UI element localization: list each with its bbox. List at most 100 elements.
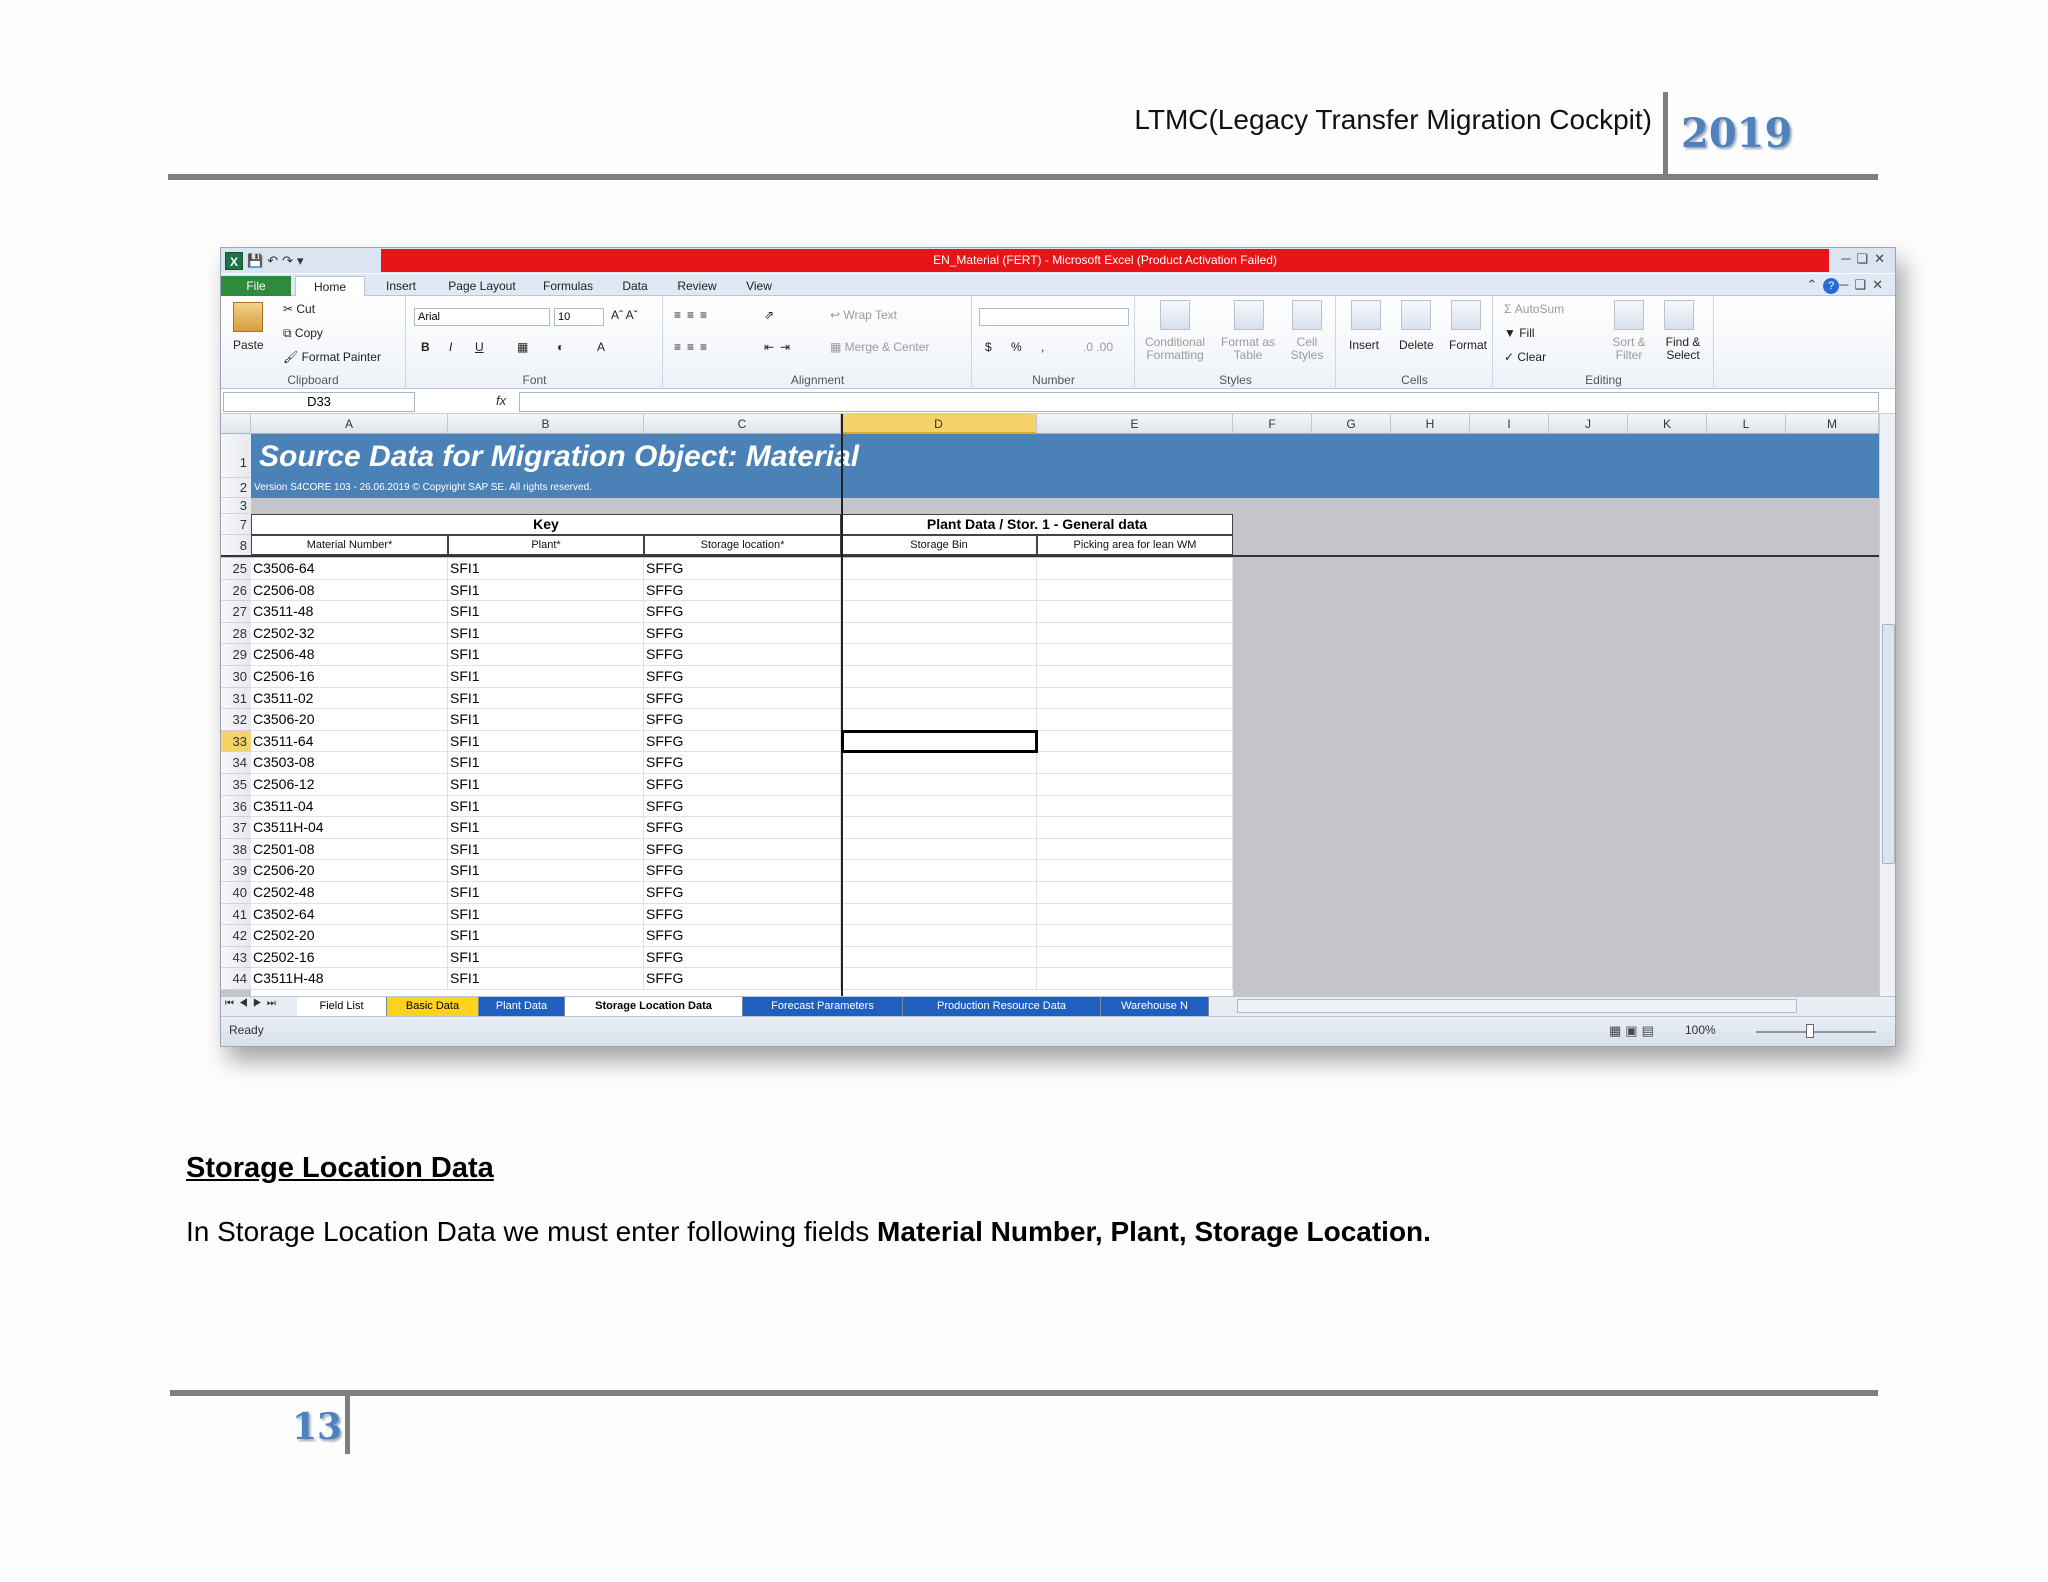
cell-storage-bin[interactable] bbox=[841, 882, 1037, 904]
cell-styles-button[interactable]: Cell Styles bbox=[1284, 336, 1330, 362]
column-header-h[interactable]: H bbox=[1391, 414, 1470, 434]
paste-button[interactable]: Paste bbox=[233, 338, 264, 352]
active-cell-d33[interactable] bbox=[841, 729, 1038, 754]
cell-picking-area[interactable] bbox=[1037, 666, 1233, 688]
row-header[interactable]: 43 bbox=[221, 946, 251, 969]
vertical-scrollbar[interactable] bbox=[1879, 414, 1895, 996]
cell-material-number[interactable]: C3511-02 bbox=[251, 687, 448, 710]
minimize-icon[interactable]: ─ bbox=[1841, 251, 1856, 266]
cell-storage-location[interactable]: SFFG bbox=[644, 860, 841, 882]
decimal-icons[interactable]: .0 .00 bbox=[1083, 340, 1113, 354]
field-header-storage-location[interactable]: Storage location* bbox=[644, 535, 841, 555]
cell-plant[interactable]: SFI1 bbox=[448, 925, 644, 947]
row-header[interactable]: 39 bbox=[221, 860, 251, 882]
sheet-nav-arrows[interactable]: ⏮◀▶⏭ bbox=[225, 998, 281, 1009]
cell-picking-area[interactable] bbox=[1037, 730, 1233, 753]
insert-button[interactable]: Insert bbox=[1349, 338, 1379, 352]
cell-material-number[interactable]: C2506-48 bbox=[251, 644, 448, 666]
cell-material-number[interactable]: C3511-04 bbox=[251, 795, 448, 818]
row-header[interactable]: 34 bbox=[221, 752, 251, 774]
sheet-tab[interactable]: Production Resource Data bbox=[903, 997, 1101, 1016]
row-header[interactable]: 38 bbox=[221, 838, 251, 861]
cell-plant[interactable]: SFI1 bbox=[448, 730, 644, 753]
cell-plant[interactable]: SFI1 bbox=[448, 795, 644, 818]
page-layout-view-icon[interactable]: ▣ bbox=[1625, 1023, 1641, 1038]
cell-material-number[interactable]: C3511H-04 bbox=[251, 817, 448, 839]
cell-picking-area[interactable] bbox=[1037, 622, 1233, 645]
column-header-k[interactable]: K bbox=[1628, 414, 1707, 434]
help-icon[interactable]: ? bbox=[1823, 278, 1840, 294]
tab-review[interactable]: Review bbox=[665, 276, 729, 296]
cell-storage-bin[interactable] bbox=[841, 601, 1037, 623]
cell-picking-area[interactable] bbox=[1037, 968, 1233, 990]
row-header[interactable]: 31 bbox=[221, 687, 251, 710]
sheet-tab[interactable]: Field List bbox=[297, 997, 387, 1016]
sheet-tab[interactable]: Plant Data bbox=[479, 997, 565, 1016]
orientation-icon[interactable]: ⇗ bbox=[764, 308, 774, 322]
cell-storage-bin[interactable] bbox=[841, 666, 1037, 688]
font-name-select[interactable]: Arial bbox=[414, 308, 550, 326]
row-header[interactable]: 7 bbox=[221, 514, 251, 535]
sheet-tab[interactable]: Warehouse N bbox=[1101, 997, 1209, 1016]
row-header[interactable]: 28 bbox=[221, 622, 251, 645]
cell-picking-area[interactable] bbox=[1037, 558, 1233, 580]
cell-plant[interactable]: SFI1 bbox=[448, 601, 644, 623]
cell-plant[interactable]: SFI1 bbox=[448, 579, 644, 602]
cell-storage-location[interactable]: SFFG bbox=[644, 687, 841, 710]
bold-icon[interactable]: B bbox=[421, 340, 430, 354]
column-header-d[interactable]: D bbox=[841, 414, 1037, 434]
row-header[interactable]: 35 bbox=[221, 774, 251, 796]
row-header[interactable]: 41 bbox=[221, 903, 251, 926]
cell-storage-bin[interactable] bbox=[841, 968, 1037, 990]
cell-storage-location[interactable]: SFFG bbox=[644, 968, 841, 990]
row-header[interactable]: 37 bbox=[221, 817, 251, 839]
normal-view-icon[interactable]: ▦ bbox=[1609, 1023, 1625, 1038]
cell-storage-bin[interactable] bbox=[841, 774, 1037, 796]
column-header-f[interactable]: F bbox=[1233, 414, 1312, 434]
row-header[interactable]: 27 bbox=[221, 601, 251, 623]
minimize-icon[interactable]: ─ bbox=[1839, 277, 1854, 292]
cut-button[interactable]: ✂ Cut bbox=[283, 302, 315, 316]
cell-material-number[interactable]: C2501-08 bbox=[251, 838, 448, 861]
cell-storage-location[interactable]: SFFG bbox=[644, 925, 841, 947]
cell-picking-area[interactable] bbox=[1037, 644, 1233, 666]
cell-storage-bin[interactable] bbox=[841, 795, 1037, 818]
redo-icon[interactable]: ↷ bbox=[282, 253, 293, 269]
sheet-tab[interactable]: Basic Data bbox=[387, 997, 479, 1016]
column-header-j[interactable]: J bbox=[1549, 414, 1628, 434]
cell-material-number[interactable]: C2502-32 bbox=[251, 622, 448, 645]
row-header[interactable]: 8 bbox=[221, 535, 251, 556]
cell-plant[interactable]: SFI1 bbox=[448, 558, 644, 580]
vertical-scroll-thumb[interactable] bbox=[1882, 624, 1895, 864]
delete-cells-icon[interactable] bbox=[1401, 300, 1431, 330]
cell-plant[interactable]: SFI1 bbox=[448, 644, 644, 666]
field-header-storage-bin[interactable]: Storage Bin bbox=[841, 535, 1037, 555]
field-header-picking-area[interactable]: Picking area for lean WM bbox=[1037, 535, 1233, 555]
undo-icon[interactable]: ↶ bbox=[267, 253, 278, 269]
grow-font-icon[interactable]: Aˆ Aˇ bbox=[611, 308, 638, 322]
cell-picking-area[interactable] bbox=[1037, 838, 1233, 861]
cell-storage-location[interactable]: SFFG bbox=[644, 882, 841, 904]
column-header-m[interactable]: M bbox=[1786, 414, 1879, 434]
copy-button[interactable]: ⧉ Copy bbox=[283, 326, 323, 341]
insert-function-icon[interactable]: fx bbox=[496, 393, 506, 408]
field-header-plant[interactable]: Plant* bbox=[448, 535, 644, 555]
row-header[interactable]: 29 bbox=[221, 644, 251, 666]
cell-storage-bin[interactable] bbox=[841, 860, 1037, 882]
cell-material-number[interactable]: C2502-48 bbox=[251, 882, 448, 904]
select-all-corner[interactable] bbox=[221, 414, 251, 434]
zoom-slider-thumb[interactable] bbox=[1806, 1024, 1814, 1038]
cell-plant[interactable]: SFI1 bbox=[448, 774, 644, 796]
cell-storage-location[interactable]: SFFG bbox=[644, 579, 841, 602]
cell-storage-bin[interactable] bbox=[841, 817, 1037, 839]
row-header[interactable]: 44 bbox=[221, 968, 251, 990]
cell-storage-location[interactable]: SFFG bbox=[644, 730, 841, 753]
row-header[interactable]: 36 bbox=[221, 795, 251, 818]
tab-file[interactable]: File bbox=[221, 276, 291, 296]
tab-data[interactable]: Data bbox=[609, 276, 661, 296]
cell-picking-area[interactable] bbox=[1037, 860, 1233, 882]
column-header-b[interactable]: B bbox=[448, 414, 644, 434]
vertical-align-icons[interactable]: ≡≡≡ bbox=[674, 308, 713, 322]
conditional-formatting-icon[interactable] bbox=[1160, 300, 1190, 330]
cell-plant[interactable]: SFI1 bbox=[448, 860, 644, 882]
